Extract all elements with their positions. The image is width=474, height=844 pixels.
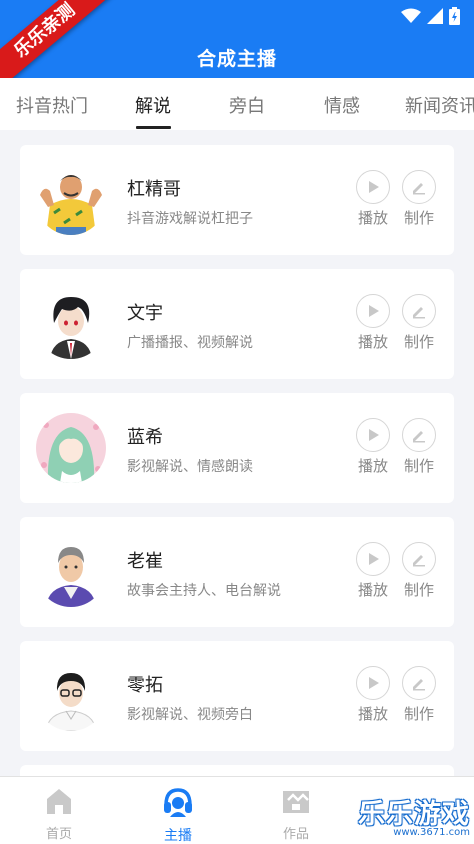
play-button[interactable]: 播放 [353, 666, 393, 724]
battery-icon [449, 7, 460, 25]
watermark-title: 乐乐游戏 [358, 799, 470, 830]
edit-icon [413, 183, 425, 195]
make-label: 制作 [403, 333, 434, 351]
make-label: 制作 [403, 581, 434, 599]
play-button[interactable]: 播放 [353, 294, 393, 352]
tab-narration[interactable]: 旁白 [229, 92, 265, 118]
nav-label: 作品 [282, 827, 309, 842]
anchor-desc: 影视解说、情感朗读 [127, 459, 253, 475]
works-icon [283, 791, 309, 813]
tab-news[interactable]: 新闻资讯 [405, 92, 474, 118]
play-label: 播放 [357, 209, 388, 227]
avatar [36, 413, 106, 483]
play-icon [369, 181, 379, 193]
anchor-name: 文宇 [127, 303, 163, 324]
tab-emotion[interactable]: 情感 [324, 92, 360, 118]
play-label: 播放 [357, 457, 388, 475]
anchor-card[interactable] [20, 765, 454, 776]
nav-works[interactable]: 作品 [256, 787, 336, 842]
edit-icon [413, 431, 425, 443]
tab-douyin-hot[interactable]: 抖音热门 [16, 92, 88, 118]
edit-icon [413, 555, 425, 567]
make-label: 制作 [403, 457, 434, 475]
make-button[interactable]: 制作 [399, 418, 439, 476]
make-label: 制作 [403, 209, 434, 227]
avatar [36, 165, 106, 235]
play-label: 播放 [357, 705, 388, 723]
play-label: 播放 [357, 333, 388, 351]
nav-label: 首页 [45, 827, 72, 842]
anchor-desc: 抖音游戏解说杠把子 [127, 211, 253, 227]
anchor-name: 杠精哥 [127, 179, 181, 200]
nav-label: 主播 [164, 828, 192, 844]
play-button[interactable]: 播放 [353, 418, 393, 476]
edit-icon [413, 679, 425, 691]
home-icon [47, 789, 71, 814]
anchor-name: 零拓 [127, 675, 163, 696]
nav-home[interactable]: 首页 [19, 787, 99, 842]
anchor-card[interactable]: 老崔 故事会主持人、电台解说 播放 制作 [20, 517, 454, 627]
status-bar [401, 6, 460, 26]
anchor-desc: 广播播报、视频解说 [127, 335, 253, 351]
play-icon [369, 677, 379, 689]
page-title: 合成主播 [196, 48, 277, 70]
anchor-card[interactable]: 蓝希 影视解说、情感朗读 播放 制作 [20, 393, 454, 503]
make-button[interactable]: 制作 [399, 170, 439, 228]
anchor-desc: 故事会主持人、电台解说 [127, 583, 281, 599]
anchor-card[interactable]: 杠精哥 抖音游戏解说杠把子 播放 制作 [20, 145, 454, 255]
nav-anchor[interactable]: 主播 [138, 787, 218, 844]
tab-commentary[interactable]: 解说 [135, 92, 171, 118]
play-label: 播放 [357, 581, 388, 599]
make-label: 制作 [403, 705, 434, 723]
anchor-card[interactable]: 文宇 广播播报、视频解说 播放 制作 [20, 269, 454, 379]
edit-icon [413, 307, 425, 319]
headset-icon [164, 788, 192, 817]
signal-icon [427, 8, 443, 24]
anchor-list: 杠精哥 抖音游戏解说杠把子 播放 制作 文宇 广播播报、视频解说 播放 制作 蓝… [0, 130, 474, 776]
anchor-desc: 影视解说、视频旁白 [127, 707, 253, 723]
make-button[interactable]: 制作 [399, 542, 439, 600]
play-icon [369, 305, 379, 317]
wifi-icon [401, 8, 421, 23]
play-icon [369, 553, 379, 565]
avatar [36, 289, 106, 359]
anchor-name: 老崔 [127, 551, 163, 572]
site-watermark: 乐乐游戏 www.3671.com [358, 792, 474, 844]
play-button[interactable]: 播放 [353, 542, 393, 600]
active-tab-indicator [136, 126, 171, 129]
play-button[interactable]: 播放 [353, 170, 393, 228]
anchor-name: 蓝希 [127, 427, 163, 448]
make-button[interactable]: 制作 [399, 294, 439, 352]
category-tabs: 抖音热门 解说 旁白 情感 新闻资讯 [0, 78, 474, 130]
make-button[interactable]: 制作 [399, 666, 439, 724]
avatar [36, 537, 106, 607]
anchor-card[interactable]: 零拓 影视解说、视频旁白 播放 制作 [20, 641, 454, 751]
avatar [36, 661, 106, 731]
play-icon [369, 429, 379, 441]
